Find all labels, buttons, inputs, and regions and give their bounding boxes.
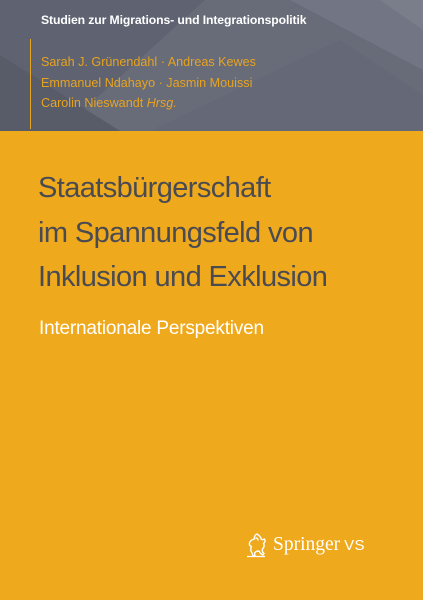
book-subtitle: Internationale Perspektiven xyxy=(39,318,264,339)
editor-role: Hrsg. xyxy=(146,96,177,110)
book-cover: Studien zur Migrations- und Integrations… xyxy=(0,0,423,600)
publisher-imprint: VS xyxy=(344,536,365,554)
editors-line-2: Emmanuel Ndahayo · Jasmin Mouissi xyxy=(41,75,253,90)
book-title: Staatsbürgerschaft im Spannungsfeld von … xyxy=(38,166,328,300)
series-title: Studien zur Migrations- und Integrations… xyxy=(41,13,307,27)
editors-line-3: Carolin Nieswandt Hrsg. xyxy=(41,93,256,114)
publisher-name: Springer xyxy=(273,534,341,555)
divider-line xyxy=(30,39,31,129)
editor-name: Carolin Nieswandt xyxy=(41,96,147,110)
title-line-3: Inklusion und Exklusion xyxy=(38,261,328,293)
editors-block: Sarah J. Grünendahl · Andreas Kewes Emma… xyxy=(41,52,256,114)
title-line-2: im Spannungsfeld von xyxy=(38,216,314,249)
springer-horse-icon xyxy=(247,533,266,558)
top-band: Studien zur Migrations- und Integrations… xyxy=(0,0,423,131)
title-line-1: Staatsbürgerschaft xyxy=(38,172,271,204)
publisher-logo: Springer VS xyxy=(244,531,365,559)
editors-line-1: Sarah J. Grünendahl · Andreas Kewes xyxy=(41,55,256,69)
